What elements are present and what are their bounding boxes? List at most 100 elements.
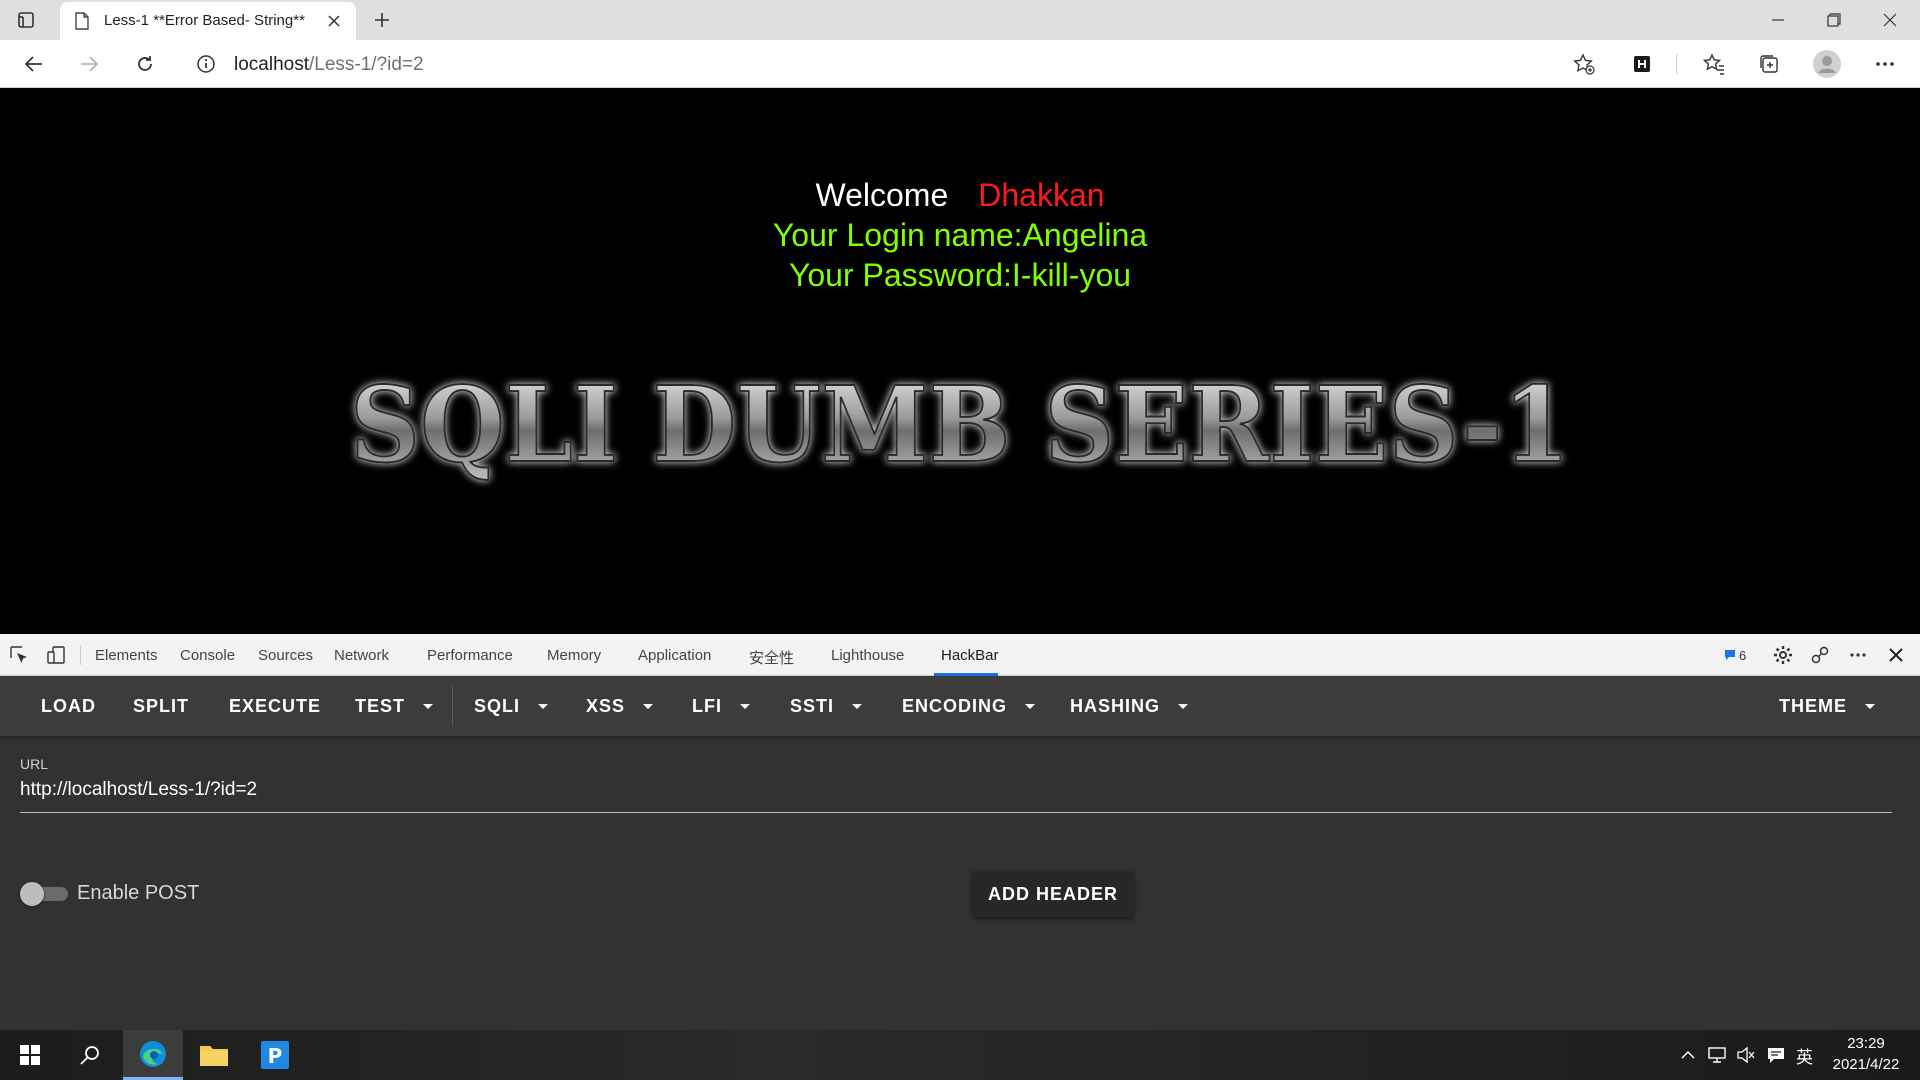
new-tab-button[interactable]	[368, 6, 396, 34]
enable-post-toggle[interactable]	[20, 882, 68, 906]
url-path: /Less-1/?id=2	[309, 54, 424, 75]
devtools-tab-sources[interactable]: Sources	[258, 647, 313, 664]
devtools-tab-strip: Elements Console Sources Network Perform…	[0, 634, 1920, 676]
test-label: TEST	[355, 695, 406, 716]
add-header-button[interactable]: ADD HEADER	[972, 871, 1134, 917]
tab-title: Less-1 **Error Based- String**	[104, 12, 305, 29]
search-button[interactable]	[60, 1030, 120, 1080]
chevron-down-icon	[852, 703, 863, 709]
close-devtools-icon[interactable]	[1884, 643, 1908, 667]
hashing-label: HASHING	[1070, 695, 1161, 716]
ssti-label: SSTI	[790, 695, 835, 716]
url-field-label: URL	[20, 756, 49, 772]
execute-button[interactable]: EXECUTE	[229, 676, 321, 736]
ssti-dropdown[interactable]: SSTI	[790, 676, 863, 736]
start-button[interactable]	[0, 1030, 60, 1080]
clock-time[interactable]: 23:29	[1826, 1035, 1906, 1052]
theme-label: THEME	[1779, 695, 1847, 716]
browser-tab-active[interactable]: Less-1 **Error Based- String**	[60, 2, 356, 40]
forward-button[interactable]	[75, 50, 103, 78]
edge-icon	[140, 1040, 166, 1067]
devtools-tab-performance[interactable]: Performance	[427, 647, 513, 664]
chevron-down-icon	[1025, 703, 1036, 709]
address-bar[interactable]: localhost/Less-1/?id=2	[180, 45, 1580, 83]
restore-button[interactable]	[1806, 0, 1862, 40]
network-icon[interactable]	[1707, 1045, 1727, 1065]
welcome-text: Welcome	[815, 177, 949, 213]
profile-avatar[interactable]	[1813, 50, 1841, 78]
back-button[interactable]	[20, 50, 48, 78]
chevron-down-icon	[740, 703, 750, 709]
volume-muted-icon[interactable]	[1736, 1045, 1756, 1065]
refresh-button[interactable]	[131, 50, 159, 78]
inspect-element-icon[interactable]	[7, 643, 31, 667]
chevron-down-icon	[538, 703, 549, 709]
chevron-down-icon	[643, 703, 654, 709]
taskbar-app-p[interactable]: P	[245, 1030, 305, 1080]
add-favorite-icon[interactable]	[1570, 50, 1598, 78]
page-icon	[74, 12, 90, 35]
more-menu-icon[interactable]	[1871, 50, 1899, 78]
device-toolbar-icon[interactable]	[44, 643, 68, 667]
favorites-icon[interactable]	[1700, 50, 1728, 78]
minimize-button[interactable]	[1750, 0, 1806, 40]
devtools-tab-lighthouse[interactable]: Lighthouse	[831, 647, 904, 664]
address-url[interactable]: localhost/Less-1/?id=2	[234, 54, 424, 76]
lfi-label: LFI	[692, 695, 722, 716]
test-dropdown[interactable]: TEST	[355, 676, 434, 736]
message-icon	[1725, 650, 1735, 660]
url-host: localhost	[234, 54, 309, 75]
remote-devices-icon[interactable]	[1808, 643, 1832, 667]
collections-icon[interactable]	[1755, 50, 1783, 78]
devtools-tab-application[interactable]: Application	[638, 647, 711, 664]
browser-tab-strip: Less-1 **Error Based- String**	[0, 0, 1920, 40]
chevron-down-icon	[1178, 703, 1189, 709]
password-text: Your Password:I-kill-you	[788, 257, 1132, 293]
devtools-tab-hackbar[interactable]: HackBar	[941, 647, 999, 664]
split-button[interactable]: SPLIT	[133, 676, 189, 736]
devtools-more-icon[interactable]	[1846, 643, 1870, 667]
taskbar-file-explorer[interactable]	[184, 1030, 244, 1080]
windows-logo-icon	[20, 1045, 40, 1065]
split-label: SPLIT	[133, 695, 190, 716]
hashing-dropdown[interactable]: HASHING	[1070, 676, 1189, 736]
load-button[interactable]: LOAD	[41, 676, 96, 736]
lfi-dropdown[interactable]: LFI	[692, 676, 750, 736]
input-method-indicator[interactable]: 英	[1796, 1043, 1813, 1068]
theme-dropdown[interactable]: THEME	[1779, 676, 1875, 736]
devtools-tab-security[interactable]: 安全性	[749, 647, 794, 668]
welcome-line: Welcome Dhakkan	[0, 177, 1920, 214]
xss-label: XSS	[586, 695, 626, 716]
devtools-tab-console[interactable]: Console	[180, 647, 235, 664]
search-icon	[80, 1046, 99, 1065]
issues-badge[interactable]: 6	[1720, 646, 1750, 664]
xss-dropdown[interactable]: XSS	[586, 676, 654, 736]
notification-message-icon[interactable]	[1766, 1045, 1786, 1065]
devtools-tab-network[interactable]: Network	[334, 647, 389, 664]
welcome-username: Dhakkan	[978, 177, 1105, 213]
tab-actions-icon[interactable]	[14, 8, 38, 32]
close-window-button[interactable]	[1862, 0, 1918, 40]
issues-count: 6	[1739, 647, 1747, 663]
load-label: LOAD	[41, 695, 96, 716]
taskbar-edge[interactable]	[123, 1030, 183, 1080]
site-info-icon[interactable]	[196, 54, 216, 79]
devtools-tab-memory[interactable]: Memory	[547, 647, 601, 664]
folder-icon	[200, 1046, 228, 1066]
settings-gear-icon[interactable]	[1771, 643, 1795, 667]
toolbar-divider	[1676, 54, 1677, 74]
hackbar-extension-icon[interactable]	[1628, 50, 1656, 78]
p-app-icon: P	[261, 1041, 289, 1069]
close-tab-icon[interactable]	[322, 9, 346, 33]
sqli-dropdown[interactable]: SQLI	[474, 676, 549, 736]
url-input[interactable]: http://localhost/Less-1/?id=2	[20, 779, 1892, 813]
browser-toolbar: localhost/Less-1/?id=2	[0, 40, 1920, 88]
show-hidden-icons-icon[interactable]	[1678, 1045, 1698, 1065]
page-viewport: Welcome Dhakkan Your Login name:Angelina …	[0, 89, 1920, 634]
chevron-down-icon	[423, 703, 434, 709]
devtools-tab-elements[interactable]: Elements	[95, 647, 158, 664]
clock-date[interactable]: 2021/4/22	[1826, 1056, 1906, 1073]
chevron-down-icon	[1865, 703, 1875, 709]
toggle-knob	[20, 882, 44, 906]
encoding-dropdown[interactable]: ENCODING	[902, 676, 1036, 736]
